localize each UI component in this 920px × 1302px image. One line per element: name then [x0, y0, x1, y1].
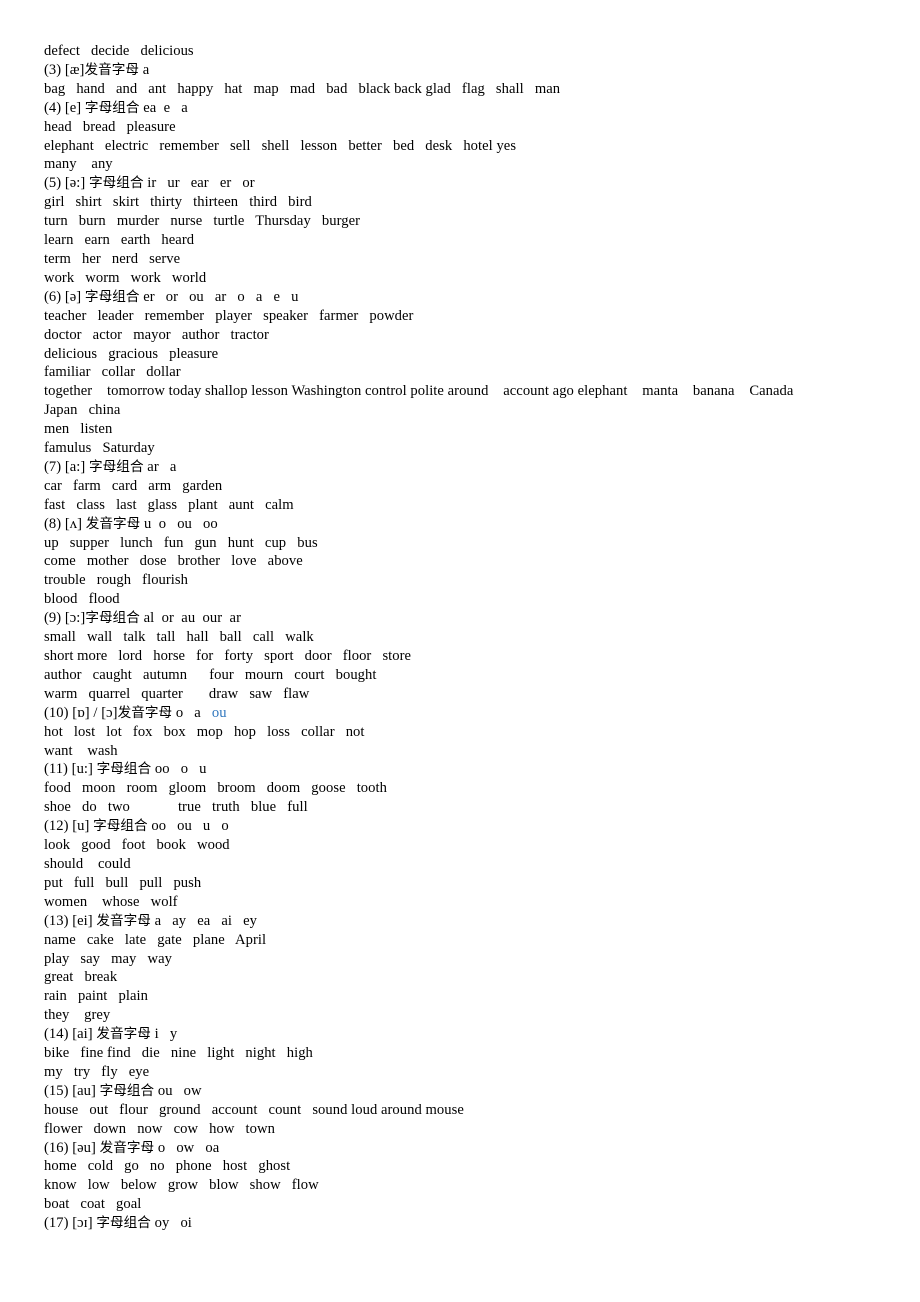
word-list-line: term her nerd serve [44, 250, 181, 267]
heading-text: (10) [ɒ] / [ɔ]发音字母 o a [44, 704, 212, 721]
word-list-line: trouble rough flourish [44, 572, 188, 589]
word-list-line: put full bull pull push [44, 874, 202, 891]
heading-text: (3) [æ]发音字母 a [44, 61, 150, 78]
word-list-line: warm quarrel quarter draw saw flaw [44, 685, 310, 702]
word-list-line: hot lost lot fox box mop hop loss collar… [44, 723, 365, 740]
word-list-line: short more lord horse for forty sport do… [44, 648, 412, 664]
heading-text: (5) [ə:] 字母组合 ir ur ear er or [44, 175, 255, 192]
cjk-label: 发音字母 [96, 912, 151, 929]
phoneme-heading-line: (11) [u:] 字母组合 oo o u [44, 760, 910, 779]
phoneme-heading-line: (15) [au] 字母组合 ou ow [44, 1082, 910, 1101]
word-list-line: house out flour ground account count sou… [44, 1101, 464, 1118]
heading-text: (8) [ʌ] 发音字母 u o ou oo [44, 515, 218, 532]
word-list-line: boat coat goal [44, 1196, 142, 1213]
phoneme-heading-line: (16) [əu] 发音字母 o ow oa [44, 1139, 910, 1158]
word-list-line: come mother dose brother love above [44, 553, 303, 570]
phoneme-heading-line: (3) [æ]发音字母 a [44, 61, 910, 80]
phoneme-heading-line: (13) [ei] 发音字母 a ay ea ai ey [44, 912, 910, 931]
heading-text: (17) [ɔɪ] 字母组合 oy oi [44, 1215, 192, 1232]
word-list-line: up supper lunch fun gun hunt cup bus [44, 534, 318, 551]
word-list-line: delicious gracious pleasure [44, 345, 219, 362]
heading-text: (14) [ai] 发音字母 i y [44, 1026, 178, 1043]
word-list-line: defect decide delicious [44, 43, 194, 59]
heading-text: (4) [e] 字母组合 ea e a [44, 99, 188, 116]
word-list-line: play say may way [44, 950, 172, 967]
phoneme-heading-line: (14) [ai] 发音字母 i y [44, 1025, 910, 1044]
cjk-label: 发音字母 [84, 61, 140, 78]
cjk-label: 发音字母 [96, 1026, 151, 1043]
word-list-line: familiar collar dollar [44, 364, 181, 381]
phoneme-heading-line: (4) [e] 字母组合 ea e a [44, 99, 910, 118]
cjk-label: 字母组合 [84, 99, 140, 116]
phoneme-heading-line: (17) [ɔɪ] 字母组合 oy oi [44, 1214, 910, 1233]
word-list-line: doctor actor mayor author tractor [44, 326, 269, 343]
document-page: defect decide delicious (3) [æ]发音字母 a bag … [0, 0, 920, 1302]
word-list-line: shoe do two true truth blue full [44, 799, 308, 816]
phoneme-heading-line: (10) [ɒ] / [ɔ]发音字母 o a ou [44, 704, 910, 723]
cjk-label: 字母组合 [84, 288, 140, 305]
cjk-label: 字母组合 [99, 1082, 155, 1099]
word-list-line: should could [44, 855, 131, 872]
word-list-line: women whose wolf [44, 893, 178, 910]
word-list-line: author caught autumn four mourn court bo… [44, 666, 377, 683]
word-list-line: girl shirt skirt thirty thirteen third b… [44, 194, 312, 211]
word-list-line: head bread pleasure [44, 118, 176, 135]
cjk-label: 字母组合 [96, 761, 152, 778]
word-list-line: Japan china [44, 402, 121, 419]
cjk-label: 字母组合 [85, 610, 140, 627]
heading-text: (7) [a:] 字母组合 ar a [44, 458, 177, 475]
word-list-line: flower down now cow how town [44, 1120, 275, 1137]
phoneme-heading-line: (5) [ə:] 字母组合 ir ur ear er or [44, 174, 910, 193]
word-list-line: famulus Saturday [44, 440, 155, 457]
heading-text: (11) [u:] 字母组合 oo o u [44, 761, 207, 778]
word-list-line: men listen [44, 421, 113, 438]
word-list-line: bike fine find die nine light night high [44, 1045, 313, 1062]
document-text-body: defect decide delicious (3) [æ]发音字母 a bag … [44, 42, 910, 1233]
cjk-label: 字母组合 [93, 818, 148, 835]
word-list-line: they grey [44, 1007, 111, 1024]
word-list-line: together tomorrow today shallop lesson W… [44, 383, 794, 400]
heading-text: (15) [au] 字母组合 ou ow [44, 1082, 202, 1099]
word-list-line: great break [44, 969, 118, 986]
word-list-line: learn earn earth heard [44, 232, 195, 249]
heading-text: (9) [ɔ:]字母组合 al or au our ar [44, 610, 241, 627]
heading-text: (16) [əu] 发音字母 o ow oa [44, 1139, 220, 1156]
word-list-line: know low below grow blow show flow [44, 1177, 319, 1194]
cjk-label: 字母组合 [96, 1215, 151, 1232]
accent-letter-group: ou [211, 704, 227, 721]
cjk-label: 字母组合 [89, 458, 144, 475]
word-list-line: many any [44, 156, 113, 173]
word-list-line: elephant electric remember sell shell le… [44, 137, 517, 154]
word-list-line: my try fly eye [44, 1063, 150, 1080]
word-list-line: blood flood [44, 591, 120, 608]
word-list-line: want wash [44, 742, 118, 759]
word-list-line: work worm work world [44, 269, 207, 286]
heading-text: (12) [u] 字母组合 oo ou u o [44, 818, 229, 835]
heading-text: (6) [ə] 字母组合 er or ou ar o a e u [44, 288, 299, 305]
word-list-line: teacher leader remember player speaker f… [44, 307, 414, 324]
phoneme-heading-line: (7) [a:] 字母组合 ar a [44, 458, 910, 477]
cjk-label: 发音字母 [99, 1139, 155, 1156]
heading-text: (13) [ei] 发音字母 a ay ea ai ey [44, 912, 257, 929]
word-list-line: home cold go no phone host ghost [44, 1158, 291, 1175]
word-list-line: rain paint plain [44, 988, 148, 1005]
phoneme-heading-line: (9) [ɔ:]字母组合 al or au our ar [44, 609, 910, 628]
word-list-line: look good foot book wood [44, 837, 230, 854]
phoneme-heading-line: (8) [ʌ] 发音字母 u o ou oo [44, 515, 910, 534]
cjk-label: 字母组合 [89, 175, 144, 192]
word-list-line: bag hand and ant happy hat map mad bad b… [44, 80, 561, 97]
word-list-line: turn burn murder nurse turtle Thursday b… [44, 213, 361, 230]
word-list-line: small wall talk tall hall ball call walk [44, 629, 314, 646]
cjk-label: 发音字母 [85, 515, 141, 532]
phoneme-heading-line: (12) [u] 字母组合 oo ou u o [44, 817, 910, 836]
word-list-line: name cake late gate plane April [44, 931, 267, 948]
word-list-line: food moon room gloom broom doom goose to… [44, 780, 387, 797]
phoneme-heading-line: (6) [ə] 字母组合 er or ou ar o a e u [44, 288, 910, 307]
word-list-line: car farm card arm garden [44, 477, 223, 494]
cjk-label: 发音字母 [117, 704, 173, 721]
word-list-line: fast class last glass plant aunt calm [44, 496, 294, 513]
